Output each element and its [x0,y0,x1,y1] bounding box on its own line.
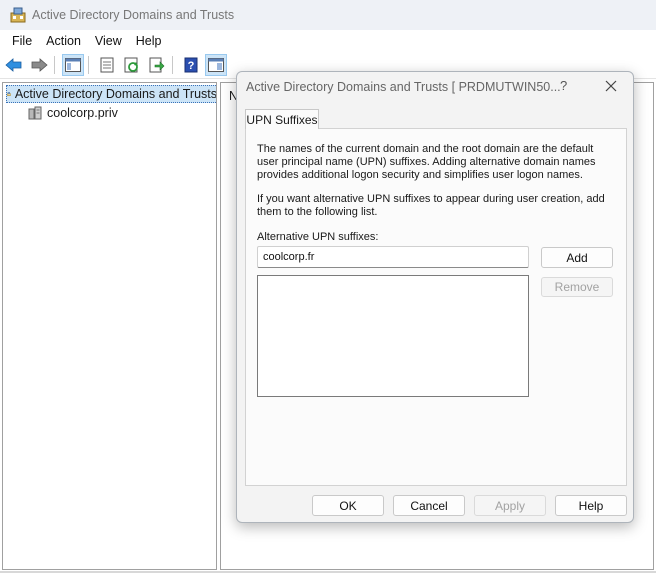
description-text: The names of the current domain and the … [257,143,596,181]
add-button[interactable]: Add [541,247,613,268]
domain-icon [28,106,42,120]
svg-text:?: ? [188,60,195,72]
back-arrow-icon [5,58,22,72]
show-action-pane-button[interactable] [205,54,227,76]
ad-domains-trusts-icon [7,92,11,96]
properties-icon [100,57,114,73]
help-button[interactable]: Help [555,495,627,516]
menu-file[interactable]: File [5,34,39,48]
toolbar-separator [88,56,89,74]
forward-arrow-icon [31,58,48,72]
properties-button[interactable] [96,54,118,76]
dialog-title: Active Directory Domains and Trusts [ PR… [246,80,561,94]
show-action-pane-icon [208,58,224,72]
export-list-icon [149,57,165,73]
refresh-icon [124,57,138,73]
toolbar-separator [172,56,173,74]
window-titlebar: Active Directory Domains and Trusts [0,0,656,30]
cancel-button[interactable]: Cancel [393,495,465,516]
apply-button[interactable]: Apply [474,495,546,516]
menu-view[interactable]: View [88,34,129,48]
menu-bar: File Action View Help [0,30,656,52]
menu-action[interactable]: Action [39,34,88,48]
back-button[interactable] [3,54,25,76]
ad-domains-trusts-icon [10,7,26,23]
tree-item-root[interactable]: Active Directory Domains and Trusts [6,85,217,103]
remove-button[interactable]: Remove [541,277,613,297]
upn-suffix-list[interactable] [257,275,529,397]
tab-upn-suffixes[interactable]: UPN Suffixes [245,109,319,129]
upn-suffix-input[interactable] [257,246,529,268]
upn-suffixes-dialog: Active Directory Domains and Trusts [ PR… [236,71,634,523]
refresh-button[interactable] [121,54,143,76]
show-hide-console-tree-icon [65,58,81,72]
alternative-upn-label: Alternative UPN suffixes: [257,231,379,243]
show-hide-console-tree-button[interactable] [62,54,84,76]
export-list-button[interactable] [146,54,168,76]
tree-item-domain[interactable]: coolcorp.priv [27,104,118,122]
instruction-text: If you want alternative UPN suffixes to … [257,193,605,218]
console-tree-pane[interactable]: Active Directory Domains and Trusts cool… [2,82,217,570]
close-icon[interactable] [603,78,619,94]
tree-item-root-label: Active Directory Domains and Trusts [14,87,217,101]
tree-item-domain-label: coolcorp.priv [47,106,118,120]
dialog-help-button[interactable]: ? [560,78,567,93]
menu-help[interactable]: Help [129,34,169,48]
window-title: Active Directory Domains and Trusts [32,8,235,22]
help-toolbar-button[interactable]: ? [180,54,202,76]
ok-button[interactable]: OK [312,495,384,516]
toolbar-separator [54,56,55,74]
help-icon: ? [184,57,198,73]
forward-button[interactable] [28,54,50,76]
